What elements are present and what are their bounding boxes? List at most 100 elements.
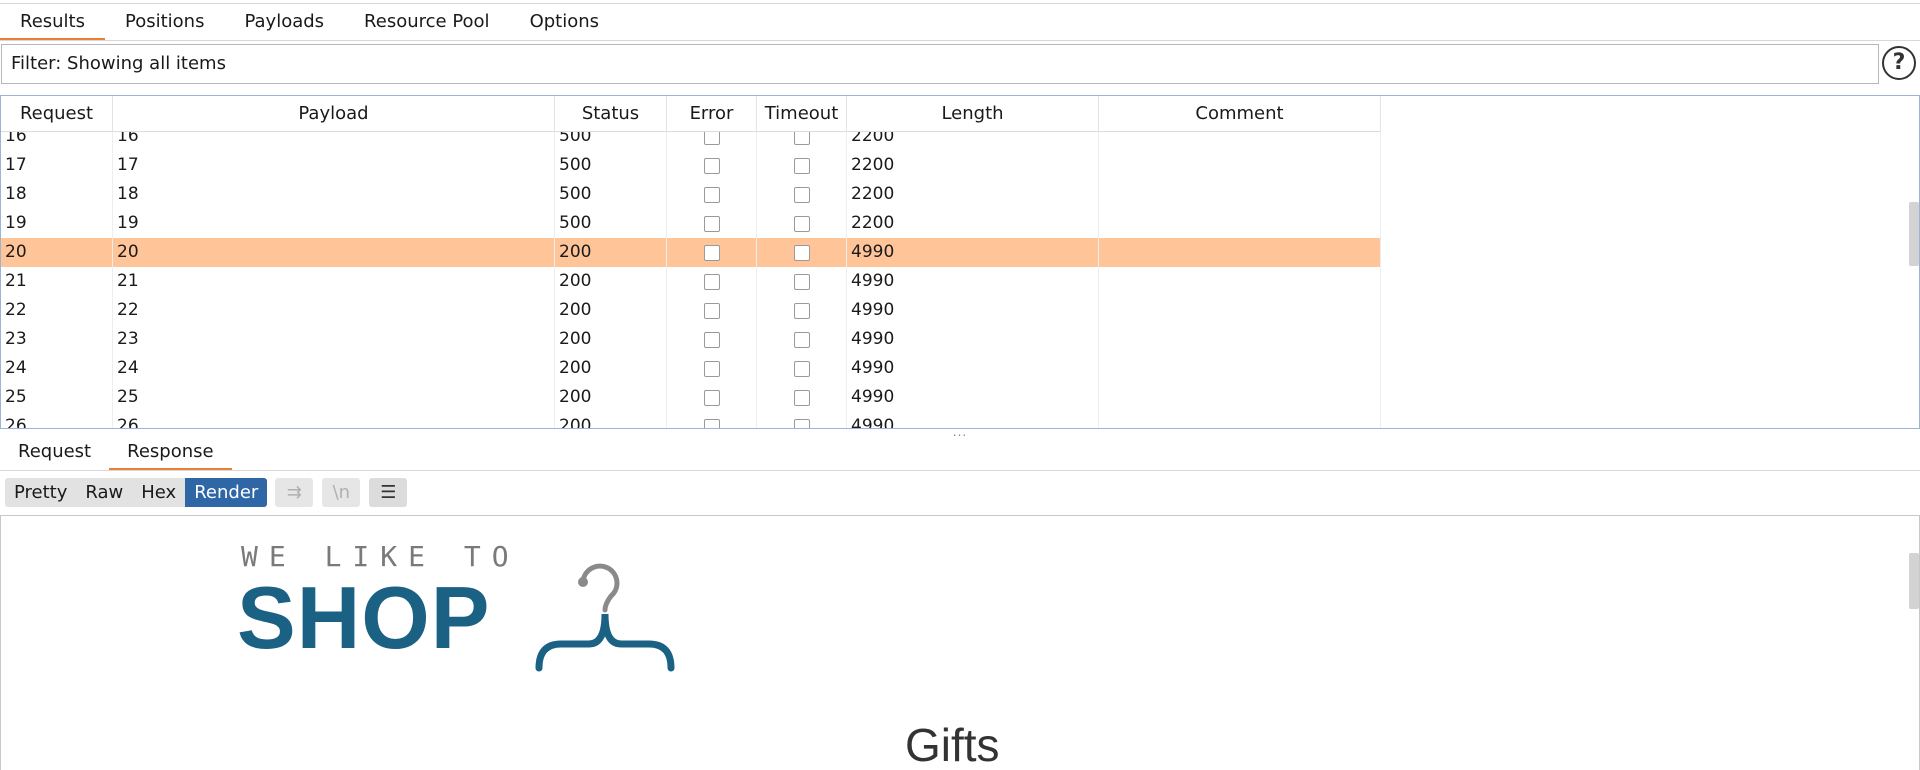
results-table-header: Request Payload Status Error Timeout Len… xyxy=(1,96,1381,132)
cell-length: 2200 xyxy=(847,209,1099,238)
wrap-lines-icon[interactable]: ⇉ xyxy=(275,478,314,507)
message-tabs: Request Response xyxy=(0,436,233,470)
cell-status: 500 xyxy=(555,180,667,209)
view-raw-button[interactable]: Raw xyxy=(76,478,133,507)
column-header-status[interactable]: Status xyxy=(555,96,667,132)
cell-timeout xyxy=(757,267,847,296)
help-icon[interactable]: ? xyxy=(1882,46,1916,80)
render-scrollbar-thumb[interactable] xyxy=(1909,553,1919,609)
tab-payloads[interactable]: Payloads xyxy=(224,6,344,40)
table-row[interactable]: 25 25 200 4990 xyxy=(1,383,1381,412)
cell-status: 500 xyxy=(555,151,667,180)
cell-length: 4990 xyxy=(847,238,1099,267)
column-header-error[interactable]: Error xyxy=(667,96,757,132)
cell-length: 2200 xyxy=(847,180,1099,209)
cell-request: 23 xyxy=(1,325,113,354)
pane-splitter-handle[interactable]: ... xyxy=(950,426,970,438)
column-header-timeout[interactable]: Timeout xyxy=(757,96,847,132)
cell-comment xyxy=(1099,354,1381,383)
show-newlines-icon[interactable]: \n xyxy=(322,478,361,507)
timeout-checkbox xyxy=(793,244,810,261)
hanger-icon xyxy=(535,563,675,672)
error-checkbox xyxy=(703,273,720,290)
cell-error xyxy=(667,412,757,428)
subtabs-divider xyxy=(0,470,1920,471)
table-row[interactable]: 17 17 500 2200 xyxy=(1,151,1381,180)
results-table-body: 16 16 500 2200 17 17 500 2200 18 18 500 2200 19 19 500… xyxy=(1,122,1381,428)
cell-length: 4990 xyxy=(847,296,1099,325)
cell-error xyxy=(667,209,757,238)
column-header-comment[interactable]: Comment xyxy=(1099,96,1381,132)
table-row[interactable]: 22 22 200 4990 xyxy=(1,296,1381,325)
table-row[interactable]: 21 21 200 4990 xyxy=(1,267,1381,296)
column-header-length[interactable]: Length xyxy=(847,96,1099,132)
tab-request[interactable]: Request xyxy=(0,436,109,470)
table-row[interactable]: 23 23 200 4990 xyxy=(1,325,1381,354)
cell-request: 21 xyxy=(1,267,113,296)
cell-comment xyxy=(1099,209,1381,238)
tab-response[interactable]: Response xyxy=(109,436,233,470)
cell-length: 4990 xyxy=(847,354,1099,383)
timeout-checkbox xyxy=(793,389,810,406)
cell-timeout xyxy=(757,209,847,238)
timeout-checkbox xyxy=(793,273,810,290)
table-row[interactable]: 24 24 200 4990 xyxy=(1,354,1381,383)
cell-length: 4990 xyxy=(847,325,1099,354)
error-checkbox xyxy=(703,418,720,428)
top-divider xyxy=(0,3,1920,4)
error-checkbox xyxy=(703,186,720,203)
response-toolbar: Pretty Raw Hex Render ⇉ \n ☰ xyxy=(5,478,416,507)
timeout-checkbox xyxy=(793,360,810,377)
cell-payload: 17 xyxy=(113,151,555,180)
table-row[interactable]: 26 26 200 4990 xyxy=(1,412,1381,428)
cell-error xyxy=(667,354,757,383)
cell-length: 4990 xyxy=(847,267,1099,296)
cell-length: 2200 xyxy=(847,151,1099,180)
timeout-checkbox xyxy=(793,157,810,174)
logo-wordmark: SHOP xyxy=(237,568,491,667)
table-row[interactable]: 18 18 500 2200 xyxy=(1,180,1381,209)
table-row[interactable]: 19 19 500 2200 xyxy=(1,209,1381,238)
column-header-request[interactable]: Request xyxy=(1,96,113,132)
error-checkbox xyxy=(703,244,720,261)
cell-request: 17 xyxy=(1,151,113,180)
cell-error xyxy=(667,383,757,412)
table-row[interactable]: 20 20 200 4990 xyxy=(1,238,1381,267)
tab-resource-pool[interactable]: Resource Pool xyxy=(344,6,510,40)
cell-payload: 19 xyxy=(113,209,555,238)
tab-results[interactable]: Results xyxy=(0,6,105,40)
cell-status: 200 xyxy=(555,267,667,296)
filter-bar[interactable]: Filter: Showing all items xyxy=(1,44,1879,84)
cell-comment xyxy=(1099,238,1381,267)
cell-timeout xyxy=(757,180,847,209)
cell-payload: 21 xyxy=(113,267,555,296)
cell-comment xyxy=(1099,180,1381,209)
cell-status: 200 xyxy=(555,383,667,412)
cell-error xyxy=(667,325,757,354)
cell-timeout xyxy=(757,151,847,180)
cell-payload: 25 xyxy=(113,383,555,412)
cell-error xyxy=(667,151,757,180)
cell-timeout xyxy=(757,383,847,412)
cell-timeout xyxy=(757,354,847,383)
cell-request: 24 xyxy=(1,354,113,383)
column-header-payload[interactable]: Payload xyxy=(113,96,555,132)
cell-timeout xyxy=(757,412,847,428)
view-pretty-button[interactable]: Pretty xyxy=(5,478,77,507)
cell-request: 18 xyxy=(1,180,113,209)
cell-comment xyxy=(1099,296,1381,325)
tab-positions[interactable]: Positions xyxy=(105,6,224,40)
error-checkbox xyxy=(703,302,720,319)
menu-icon[interactable]: ☰ xyxy=(369,478,408,507)
cell-comment xyxy=(1099,412,1381,428)
cell-request: 25 xyxy=(1,383,113,412)
cell-timeout xyxy=(757,325,847,354)
cell-error xyxy=(667,180,757,209)
timeout-checkbox xyxy=(793,215,810,232)
tab-options[interactable]: Options xyxy=(510,6,619,40)
table-scrollbar-thumb[interactable] xyxy=(1909,202,1919,266)
cell-comment xyxy=(1099,383,1381,412)
view-hex-button[interactable]: Hex xyxy=(132,478,186,507)
view-render-button[interactable]: Render xyxy=(185,478,268,507)
timeout-checkbox xyxy=(793,331,810,348)
